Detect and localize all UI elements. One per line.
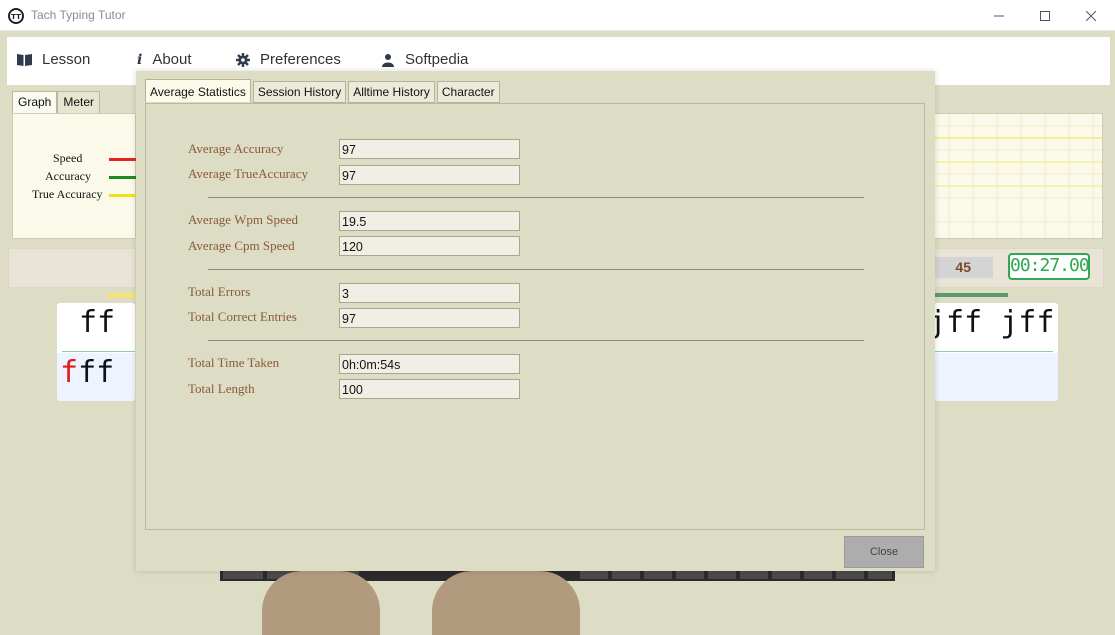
typed-correct-chars: ff [78, 355, 115, 390]
target-text: ff [79, 305, 116, 340]
close-window-button[interactable] [1068, 0, 1114, 31]
menu-preferences[interactable]: Preferences [236, 51, 341, 68]
legend-true-accuracy: True Accuracy [13, 187, 137, 203]
section-divider [208, 340, 864, 341]
tab-average-statistics[interactable]: Average Statistics [145, 79, 251, 103]
typed-error-char: f [60, 355, 79, 390]
avg-true-accuracy-label: Average TrueAccuracy [188, 166, 308, 181]
tab-character[interactable]: Character [436, 81, 500, 103]
legend-label: Accuracy [45, 169, 91, 183]
menu-about[interactable]: i About [137, 51, 192, 68]
menu-lesson-label: Lesson [42, 51, 91, 68]
section-divider [208, 269, 864, 270]
minimize-button[interactable] [976, 0, 1022, 31]
total-correct-field[interactable]: 97 [339, 308, 520, 328]
menu-preferences-label: Preferences [260, 51, 341, 68]
user-icon [381, 53, 395, 67]
avg-accuracy-label: Average Accuracy [188, 141, 284, 156]
total-correct-label: Total Correct Entries [188, 309, 297, 324]
menu-lesson[interactable]: Lesson [17, 51, 90, 68]
tab-alltime-history[interactable]: Alltime History [348, 81, 435, 103]
timer-display: 00:27.00 [1008, 253, 1090, 280]
average-statistics-panel: Average Accuracy 97 Average TrueAccuracy… [145, 103, 925, 530]
section-divider [208, 197, 864, 198]
legend-swatch [109, 158, 137, 161]
info-icon: i [137, 51, 143, 68]
total-time-field[interactable]: 0h:0m:54s [339, 354, 520, 374]
legend-swatch [109, 194, 137, 197]
typed-area [934, 353, 1058, 401]
legend-swatch [109, 176, 137, 179]
progress-bar-left [107, 293, 136, 298]
legend-speed: Speed [13, 151, 137, 167]
target-text: jff jff [934, 305, 1055, 340]
typing-box-right[interactable]: jff jff [934, 303, 1058, 401]
count-display: 45 [934, 257, 993, 278]
tab-meter[interactable]: Meter [57, 91, 101, 113]
typed-text: fff [60, 355, 114, 390]
title-bar: TT Tach Typing Tutor [0, 0, 1115, 31]
typed-area: fff [57, 353, 135, 401]
legend-accuracy: Accuracy [13, 169, 137, 185]
statistics-dialog: Average Statistics Session History Allti… [136, 71, 935, 571]
close-button[interactable]: Close [844, 536, 924, 568]
avg-accuracy-field[interactable]: 97 [339, 139, 520, 159]
graph-plot-area [934, 113, 1103, 239]
menu-softpedia[interactable]: Softpedia [381, 51, 468, 68]
menu-about-label: About [152, 51, 192, 68]
svg-text:TT: TT [11, 13, 21, 21]
app-logo-icon: TT [8, 8, 24, 24]
typing-box-left[interactable]: ff fff [57, 303, 135, 401]
divider [934, 351, 1053, 352]
gear-icon [236, 52, 250, 67]
menu-softpedia-label: Softpedia [405, 51, 469, 68]
total-length-field[interactable]: 100 [339, 379, 520, 399]
avg-wpm-field[interactable]: 19.5 [339, 211, 520, 231]
status-strip-left [8, 248, 136, 288]
graph-tabs: Graph Meter [12, 91, 101, 113]
book-icon [17, 53, 32, 66]
progress-bar-right [934, 293, 1008, 297]
avg-cpm-label: Average Cpm Speed [188, 238, 295, 253]
total-errors-field[interactable]: 3 [339, 283, 520, 303]
avg-true-accuracy-field[interactable]: 97 [339, 165, 520, 185]
graph-panel: Speed Accuracy True Accuracy [12, 113, 137, 239]
avg-cpm-field[interactable]: 120 [339, 236, 520, 256]
right-hand-image [432, 571, 580, 635]
avg-wpm-label: Average Wpm Speed [188, 212, 298, 227]
maximize-button[interactable] [1022, 0, 1068, 31]
tab-graph[interactable]: Graph [12, 91, 58, 113]
total-time-label: Total Time Taken [188, 355, 280, 370]
left-hand-image [262, 571, 380, 635]
window-title: Tach Typing Tutor [31, 8, 126, 22]
legend-label: True Accuracy [32, 187, 103, 201]
tab-session-history[interactable]: Session History [252, 81, 347, 103]
dialog-tabs: Average Statistics Session History Allti… [145, 79, 502, 103]
divider [62, 351, 135, 352]
total-errors-label: Total Errors [188, 284, 251, 299]
legend-label: Speed [53, 151, 83, 165]
graph-grid [935, 114, 1102, 238]
total-length-label: Total Length [188, 381, 255, 396]
